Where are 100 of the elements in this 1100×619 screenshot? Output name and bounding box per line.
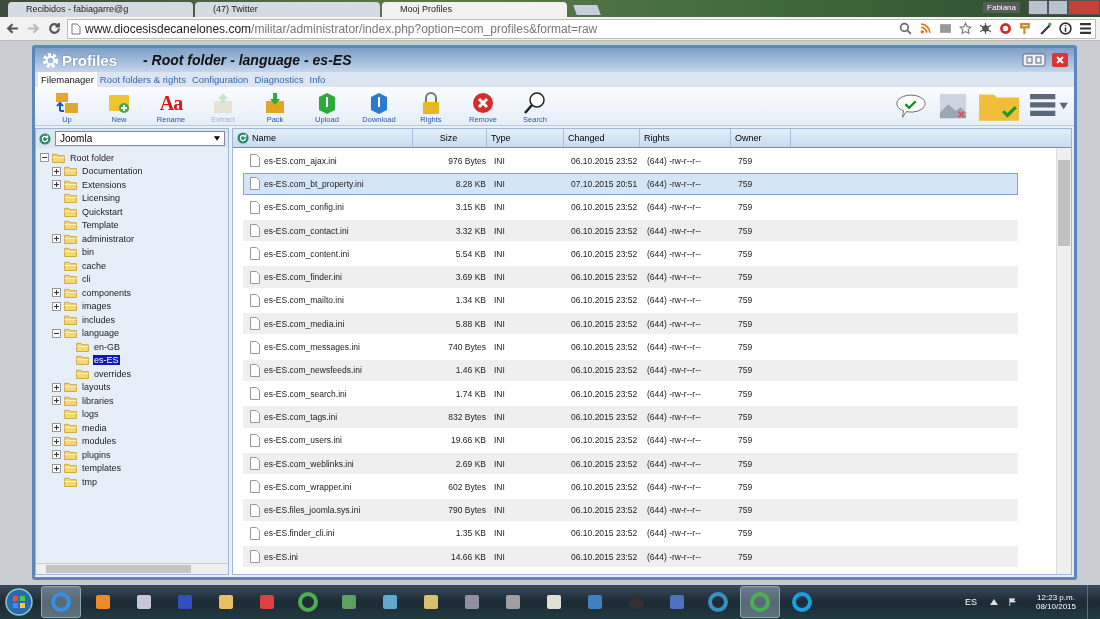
hammer-icon[interactable] xyxy=(1019,22,1032,35)
tree-item[interactable]: modules xyxy=(81,436,118,447)
tab[interactable]: Info xyxy=(306,72,329,87)
tree-item[interactable]: overrides xyxy=(93,368,132,379)
file-row[interactable]: es-ES.com_messages.ini 740 Bytes INI 06.10.2015 23:52 (644) -rw-r--r-- 759 xyxy=(243,336,1018,358)
program-icon[interactable] xyxy=(380,592,400,612)
pen-icon[interactable] xyxy=(1039,22,1052,35)
program-icon[interactable] xyxy=(503,592,523,612)
expander-icon[interactable] xyxy=(52,450,61,460)
file-row[interactable]: es-ES.com_users.ini 19.66 KB INI 06.10.2015 23:52 (644) -rw-r--r-- 759 xyxy=(243,429,1018,451)
file-row[interactable]: es-ES.com_weblinks.ini 2.69 KB INI 06.10.2015 23:52 (644) -rw-r--r-- 759 xyxy=(243,452,1018,475)
expander-icon[interactable] xyxy=(52,180,61,190)
tree-item[interactable]: media xyxy=(81,422,108,433)
tree-item[interactable]: administrator xyxy=(81,233,136,244)
expander-icon[interactable] xyxy=(52,166,61,176)
expander-icon[interactable] xyxy=(52,423,61,433)
file-row[interactable]: es-ES.com_ajax.ini 976 Bytes INI 06.10.2015 23:52 (644) -rw-r--r-- 759 xyxy=(243,150,1018,172)
tree-item[interactable]: Documentation xyxy=(81,166,144,177)
expander-icon[interactable] xyxy=(52,328,61,338)
horizontal-scrollbar[interactable] xyxy=(36,563,228,574)
expander-icon[interactable] xyxy=(40,153,49,163)
tab[interactable]: Diagnostics xyxy=(251,72,307,87)
tree-item[interactable]: libraries xyxy=(81,395,115,406)
file-row[interactable]: es-ES.com_search.ini 1.74 KB INI 06.10.2015 23:52 (644) -rw-r--r-- 759 xyxy=(243,382,1018,405)
zoom-icon[interactable] xyxy=(899,22,912,35)
tree-item[interactable]: logs xyxy=(81,409,100,420)
tree-item[interactable]: bin xyxy=(81,247,95,258)
tree-item[interactable]: tmp xyxy=(81,476,98,487)
file-row[interactable]: es-ES.com_bt_property.ini 8.28 KB INI 07.10.2015 20:51 (644) -rw-r--r-- 759 xyxy=(243,173,1018,195)
file-row[interactable]: es-ES.com_content.ini 5.54 KB INI 06.10.2015 23:52 (644) -rw-r--r-- 759 xyxy=(243,243,1018,265)
file-row[interactable]: es-ES.com_media.ini 5.88 KB INI 06.10.2015 23:52 (644) -rw-r--r-- 759 xyxy=(243,313,1018,335)
column-header[interactable]: Owner xyxy=(731,129,791,147)
extension-icon[interactable] xyxy=(939,22,952,35)
tree-item[interactable]: en-GB xyxy=(93,341,121,352)
browser-tab[interactable]: (47) Twitter xyxy=(195,2,380,17)
program-icon[interactable] xyxy=(421,592,441,612)
expander-icon[interactable] xyxy=(52,436,61,446)
vertical-scrollbar[interactable] xyxy=(1056,148,1071,574)
menu-icon[interactable] xyxy=(1079,22,1092,35)
file-row[interactable]: es-ES.com_wrapper.ini 602 Bytes INI 06.10.2015 23:52 (644) -rw-r--r-- 759 xyxy=(243,476,1018,498)
browser-tab[interactable]: Recibidos - fabiagarre@g xyxy=(8,2,193,17)
speech-bubble-check-icon[interactable] xyxy=(894,92,928,120)
window-mode-icon[interactable] xyxy=(1022,53,1046,67)
program-icon[interactable] xyxy=(339,592,359,612)
tree-item[interactable]: cache xyxy=(81,260,108,271)
start-button[interactable] xyxy=(4,587,34,617)
file-row[interactable]: es-ES.com_tags.ini 832 Bytes INI 06.10.2015 23:52 (644) -rw-r--r-- 759 xyxy=(243,406,1018,428)
flag-icon[interactable] xyxy=(1008,598,1017,606)
expander-icon[interactable] xyxy=(52,288,61,298)
program-icon[interactable] xyxy=(708,592,728,612)
star-icon[interactable] xyxy=(959,22,972,35)
close-icon[interactable] xyxy=(1052,53,1068,67)
program-icon[interactable] xyxy=(792,592,812,612)
language-indicator[interactable]: ES xyxy=(964,597,977,607)
expander-icon[interactable] xyxy=(52,463,61,473)
tab[interactable]: Filemanager xyxy=(38,72,97,87)
tree-item[interactable]: Root folder xyxy=(69,152,116,163)
reload-icon[interactable] xyxy=(48,22,61,35)
file-row[interactable]: es-ES.ini 14.66 KB INI 06.10.2015 23:52 (644) -rw-r--r-- 759 xyxy=(243,546,1018,568)
browser-tab[interactable]: Mooj Profiles xyxy=(382,2,567,17)
info-icon[interactable] xyxy=(1059,22,1072,35)
column-header[interactable]: Rights xyxy=(640,129,731,147)
refresh-icon[interactable] xyxy=(237,132,249,144)
column-header[interactable]: Name xyxy=(233,129,413,147)
window-controls[interactable] xyxy=(1028,0,1100,15)
new-tab-button[interactable] xyxy=(573,5,601,15)
tree-item[interactable]: Template xyxy=(81,220,120,231)
expander-icon[interactable] xyxy=(52,234,61,244)
expander-icon[interactable] xyxy=(52,301,61,311)
root-select[interactable]: Joomla xyxy=(55,131,225,146)
tree-item[interactable]: templates xyxy=(81,463,123,474)
tree-item[interactable]: Extensions xyxy=(81,179,128,190)
file-row[interactable]: es-ES.com_config.ini 3.15 KB INI 06.10.2015 23:52 (644) -rw-r--r-- 759 xyxy=(243,196,1018,218)
tree-item[interactable]: images xyxy=(81,301,112,312)
file-row[interactable]: es-ES.finder_cli.ini 1.35 KB INI 06.10.2015 23:52 (644) -rw-r--r-- 759 xyxy=(243,522,1018,545)
column-header[interactable]: Size xyxy=(413,129,487,147)
refresh-icon[interactable] xyxy=(39,132,51,145)
tab[interactable]: Root folders & rights xyxy=(96,72,189,87)
file-row[interactable]: es-ES.files_joomla.sys.ini 790 Bytes INI 06.10.2015 23:52 (644) -rw-r--r-- 759 xyxy=(243,499,1018,521)
bug-icon[interactable] xyxy=(979,22,992,35)
tree-item[interactable]: layouts xyxy=(81,382,112,393)
expander-icon[interactable] xyxy=(52,396,61,406)
tree-item[interactable]: Quickstart xyxy=(81,206,124,217)
file-row[interactable]: es-ES.com_mailto.ini 1.34 KB INI 06.10.2015 23:52 (644) -rw-r--r-- 759 xyxy=(243,289,1018,312)
tree-item[interactable]: language xyxy=(81,328,121,339)
tab[interactable]: Configuration xyxy=(188,72,252,87)
file-row[interactable]: es-ES.com_newsfeeds.ini 1.46 KB INI 06.10.2015 23:52 (644) -rw-r--r-- 759 xyxy=(243,359,1018,381)
stop-icon[interactable] xyxy=(999,22,1012,35)
back-icon[interactable] xyxy=(6,22,19,35)
tray-arrow-icon[interactable] xyxy=(989,598,998,606)
program-icon[interactable] xyxy=(462,592,482,612)
column-header[interactable]: Type xyxy=(487,129,564,147)
tree-item[interactable]: Licensing xyxy=(81,193,122,204)
user-name[interactable]: Fabiana xyxy=(983,2,1020,13)
expander-icon[interactable] xyxy=(52,382,61,392)
clock[interactable]: 12:23 p.m. 08/10/2015 xyxy=(1035,593,1076,611)
tree-item[interactable]: cli xyxy=(81,274,92,285)
column-header[interactable]: Changed xyxy=(564,129,640,147)
file-row[interactable]: es-ES.com_finder.ini 3.69 KB INI 06.10.2015 23:52 (644) -rw-r--r-- 759 xyxy=(243,266,1018,288)
file-row[interactable]: es-ES.com_contact.ini 3.32 KB INI 06.10.2015 23:52 (644) -rw-r--r-- 759 xyxy=(243,219,1018,242)
